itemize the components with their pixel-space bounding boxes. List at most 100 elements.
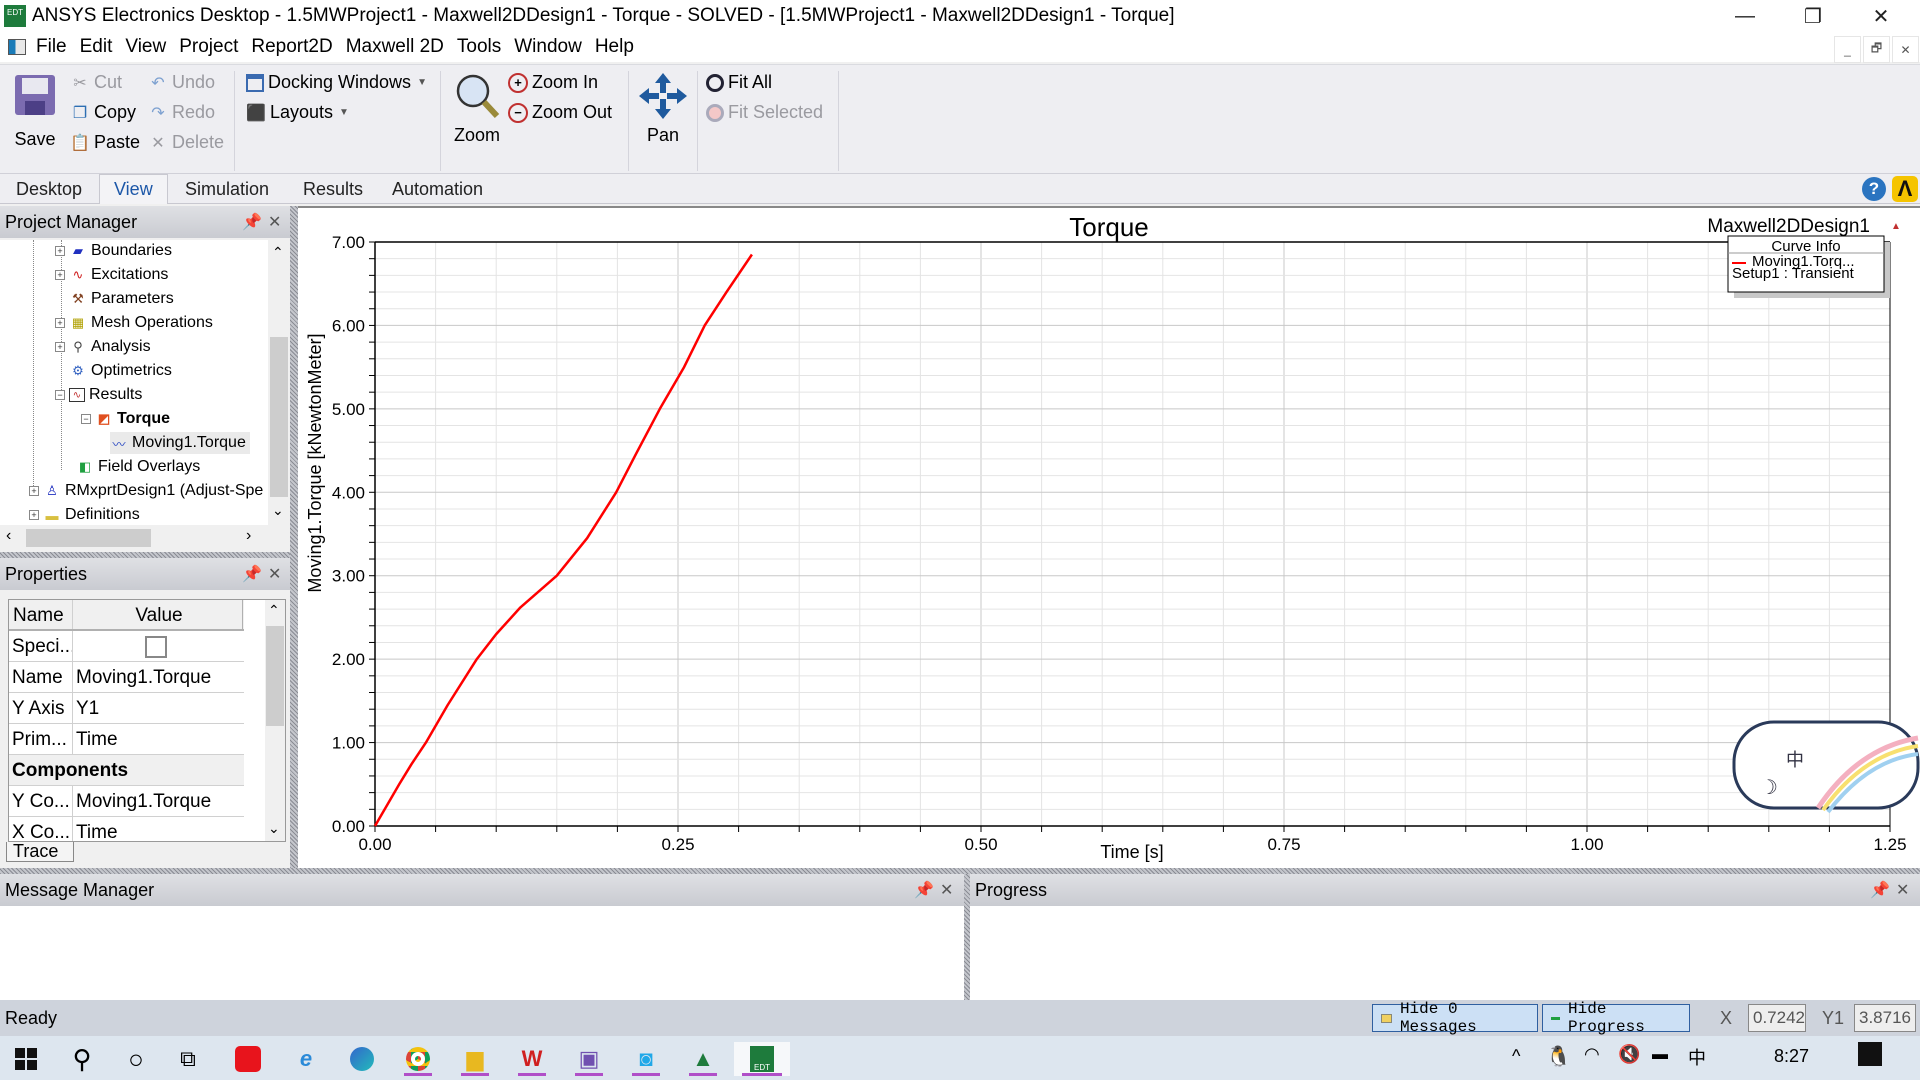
tab-trace[interactable]: Trace xyxy=(6,842,74,862)
clock[interactable]: 8:27 xyxy=(1774,1046,1809,1067)
fit-selected-button[interactable]: Fit Selected xyxy=(706,102,823,123)
scroll-left-icon[interactable]: ‹ xyxy=(6,527,11,545)
menu-maxwell-2d[interactable]: Maxwell 2D xyxy=(346,36,444,58)
column-header-value[interactable]: Value xyxy=(73,600,243,629)
tab-results[interactable]: Results xyxy=(289,174,377,204)
menu-project[interactable]: Project xyxy=(179,36,238,58)
cut-button[interactable]: ✂ Cut xyxy=(70,72,122,93)
expand-icon[interactable]: + xyxy=(55,246,65,256)
mdi-close-button[interactable]: ✕ xyxy=(1892,36,1919,63)
warning-triangle-icon[interactable]: ▲ xyxy=(1891,221,1901,232)
expand-icon[interactable]: + xyxy=(29,486,39,496)
hide-messages-button[interactable]: Hide 0 Messages xyxy=(1372,1000,1538,1036)
scrollbar-thumb[interactable] xyxy=(26,529,151,547)
wifi-icon[interactable]: ◠ xyxy=(1584,1044,1600,1065)
tree-horizontal-scrollbar[interactable]: ‹ › xyxy=(0,525,268,551)
tree-item-excitations[interactable]: + ∿ Excitations xyxy=(55,264,168,286)
ime-sticker-widget[interactable]: 中 ☽ xyxy=(1732,720,1920,814)
properties-scrollbar[interactable]: ⌃ ⌄ xyxy=(265,600,285,841)
mdi-restore-button[interactable]: 🗗 xyxy=(1863,36,1890,63)
property-row[interactable]: Y Axis Y1 xyxy=(9,693,244,724)
pan-button[interactable]: Pan xyxy=(638,71,688,163)
zoom-in-button[interactable]: + Zoom In xyxy=(508,72,598,93)
expand-icon[interactable]: + xyxy=(55,270,65,280)
checkbox[interactable] xyxy=(145,636,167,658)
tree-item-optimetrics[interactable]: ⚙ Optimetrics xyxy=(69,360,172,382)
tree-item-analysis[interactable]: + ⚲ Analysis xyxy=(55,336,151,358)
menu-tools[interactable]: Tools xyxy=(457,36,501,58)
zoom-out-button[interactable]: − Zoom Out xyxy=(508,102,612,123)
tree-item-definitions[interactable]: + ▬ Definitions xyxy=(29,504,140,525)
tree-item-boundaries[interactable]: + ▰ Boundaries xyxy=(55,240,172,262)
tab-simulation[interactable]: Simulation xyxy=(171,174,283,204)
tree-item-parameters[interactable]: ⚒ Parameters xyxy=(69,288,174,310)
copy-button[interactable]: ❐ Copy xyxy=(70,102,136,123)
tab-desktop[interactable]: Desktop xyxy=(2,174,96,204)
scrollbar-thumb[interactable] xyxy=(266,626,284,726)
property-row[interactable]: Name Moving1.Torque xyxy=(9,662,244,693)
task-view-icon[interactable]: ⧉ xyxy=(168,1042,208,1076)
menu-window[interactable]: Window xyxy=(514,36,582,58)
close-icon[interactable]: ✕ xyxy=(268,564,281,584)
property-value[interactable]: Time xyxy=(73,724,118,754)
legend[interactable]: Curve Info Moving1.Torq... Setup1 : Tran… xyxy=(1727,235,1890,298)
property-value[interactable]: Time xyxy=(73,817,118,841)
tab-automation[interactable]: Automation xyxy=(378,174,497,204)
property-row[interactable]: Y Co... Moving1.Torque xyxy=(9,786,244,817)
scrollbar-thumb[interactable] xyxy=(270,337,288,497)
battery-icon[interactable]: ▬ xyxy=(1652,1046,1668,1064)
ansys-edt-icon[interactable]: EDT xyxy=(734,1042,790,1076)
expand-icon[interactable]: + xyxy=(29,510,39,520)
docking-windows-button[interactable]: Docking Windows ▼ xyxy=(246,72,427,93)
close-button[interactable]: ✕ xyxy=(1852,0,1910,32)
pin-icon[interactable]: 📌 xyxy=(1870,880,1890,900)
wps-icon[interactable]: W xyxy=(512,1042,552,1076)
layouts-button[interactable]: ⬛ Layouts ▼ xyxy=(246,102,349,123)
menu-edit[interactable]: Edit xyxy=(80,36,113,58)
tree-item-mesh-operations[interactable]: + ▦ Mesh Operations xyxy=(55,312,213,334)
property-row[interactable]: Speci... xyxy=(9,631,244,662)
file-transfer-icon[interactable]: ◙ xyxy=(626,1042,666,1076)
column-header-name[interactable]: Name xyxy=(9,600,73,629)
hide-progress-button[interactable]: Hide Progress xyxy=(1542,1000,1690,1036)
menu-view[interactable]: View xyxy=(125,36,166,58)
tree-item-field-overlays[interactable]: ◧ Field Overlays xyxy=(76,456,200,478)
cortana-icon[interactable]: ○ xyxy=(116,1042,156,1076)
close-icon[interactable]: ✕ xyxy=(1896,880,1909,900)
ansys-logo-icon[interactable]: Λ xyxy=(1892,176,1918,202)
delete-button[interactable]: ✕ Delete xyxy=(148,132,224,153)
property-row[interactable]: Prim... Time xyxy=(9,724,244,755)
youdao-icon[interactable] xyxy=(228,1042,268,1076)
undo-button[interactable]: ↶ Undo xyxy=(148,72,215,93)
property-value[interactable]: Y1 xyxy=(73,693,99,723)
pin-icon[interactable]: 📌 xyxy=(914,880,934,900)
pin-icon[interactable]: 📌 xyxy=(242,564,262,584)
fit-all-button[interactable]: Fit All xyxy=(706,72,772,93)
tree-item-torque[interactable]: − ◩ Torque xyxy=(81,408,170,430)
scroll-down-icon[interactable]: ⌄ xyxy=(268,820,280,837)
qq-icon[interactable]: 🐧 xyxy=(1546,1044,1571,1069)
close-icon[interactable]: ✕ xyxy=(940,880,953,900)
expand-icon[interactable]: + xyxy=(55,318,65,328)
ie-icon[interactable]: e xyxy=(286,1042,326,1076)
show-hidden-icons-icon[interactable]: ^ xyxy=(1512,1046,1520,1067)
help-icon[interactable]: ? xyxy=(1862,177,1886,201)
scroll-right-icon[interactable]: › xyxy=(246,527,251,545)
paste-button[interactable]: 📋 Paste xyxy=(70,132,140,153)
redo-button[interactable]: ↷ Redo xyxy=(148,102,215,123)
close-icon[interactable]: ✕ xyxy=(268,212,281,232)
chrome-icon[interactable] xyxy=(398,1042,438,1076)
scroll-down-icon[interactable]: ⌄ xyxy=(272,502,284,519)
tree-item-moving1-torque[interactable]: 〰 Moving1.Torque xyxy=(110,432,250,454)
restore-button[interactable]: ❐ xyxy=(1784,0,1842,32)
property-value[interactable]: Moving1.Torque xyxy=(73,786,211,816)
mdi-minimize-button[interactable]: _ xyxy=(1834,36,1861,63)
expand-icon[interactable]: + xyxy=(55,342,65,352)
edge-icon[interactable] xyxy=(342,1042,382,1076)
zoom-button[interactable]: Zoom xyxy=(450,71,504,163)
file-explorer-icon[interactable]: ▆ xyxy=(455,1042,495,1076)
scroll-up-icon[interactable]: ⌃ xyxy=(272,244,284,261)
pin-icon[interactable]: 📌 xyxy=(242,212,262,232)
notification-icon[interactable] xyxy=(1858,1042,1882,1066)
menu-report2d[interactable]: Report2D xyxy=(251,36,332,58)
